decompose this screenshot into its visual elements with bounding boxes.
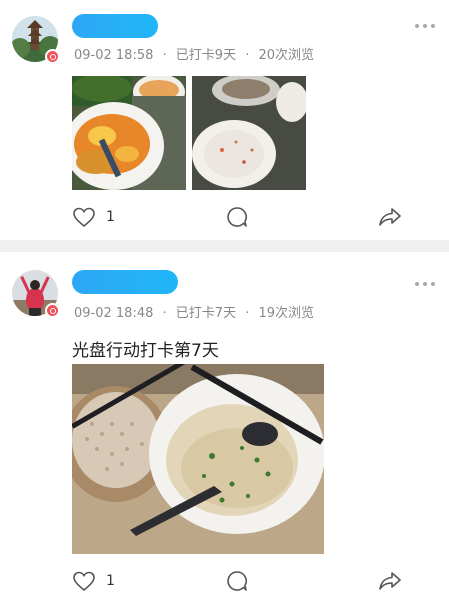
post-card: 09-02 18:58 · 已打卡9天 · 20次浏览 1 (0, 0, 449, 240)
post-photo[interactable] (72, 364, 324, 554)
username-redacted[interactable] (72, 270, 178, 294)
view-count: 19次浏览 (258, 306, 315, 321)
like-icon[interactable] (72, 570, 96, 592)
comment-icon[interactable] (226, 570, 248, 592)
checkin-days: 已打卡9天 (175, 48, 237, 63)
comment-icon[interactable] (226, 206, 248, 228)
post-photo[interactable] (72, 76, 186, 190)
post-photo[interactable] (192, 76, 306, 190)
post-actions: 1 (0, 206, 449, 230)
post-meta: 09-02 18:48 · 已打卡7天 · 19次浏览 (74, 306, 315, 321)
share-icon[interactable] (378, 571, 402, 591)
like-icon[interactable] (72, 206, 96, 228)
share-icon[interactable] (378, 207, 402, 227)
more-icon[interactable] (415, 24, 435, 28)
post-time: 09-02 18:58 (74, 48, 154, 63)
view-count: 20次浏览 (258, 48, 315, 63)
avatar-badge-icon (45, 303, 60, 318)
avatar-badge-icon (45, 49, 60, 64)
avatar[interactable] (12, 270, 60, 318)
post-text: 光盘行动打卡第7天 (72, 341, 219, 361)
post-card: 09-02 18:48 · 已打卡7天 · 19次浏览 光盘行动打卡第7天 1 (0, 252, 449, 600)
post-divider (0, 240, 449, 252)
post-time: 09-02 18:48 (74, 306, 154, 321)
checkin-days: 已打卡7天 (175, 306, 237, 321)
like-count: 1 (106, 573, 115, 589)
avatar[interactable] (12, 16, 60, 64)
post-actions: 1 (0, 570, 449, 594)
more-icon[interactable] (415, 282, 435, 286)
username-redacted[interactable] (72, 14, 158, 38)
like-count: 1 (106, 209, 115, 225)
post-meta: 09-02 18:58 · 已打卡9天 · 20次浏览 (74, 48, 315, 63)
